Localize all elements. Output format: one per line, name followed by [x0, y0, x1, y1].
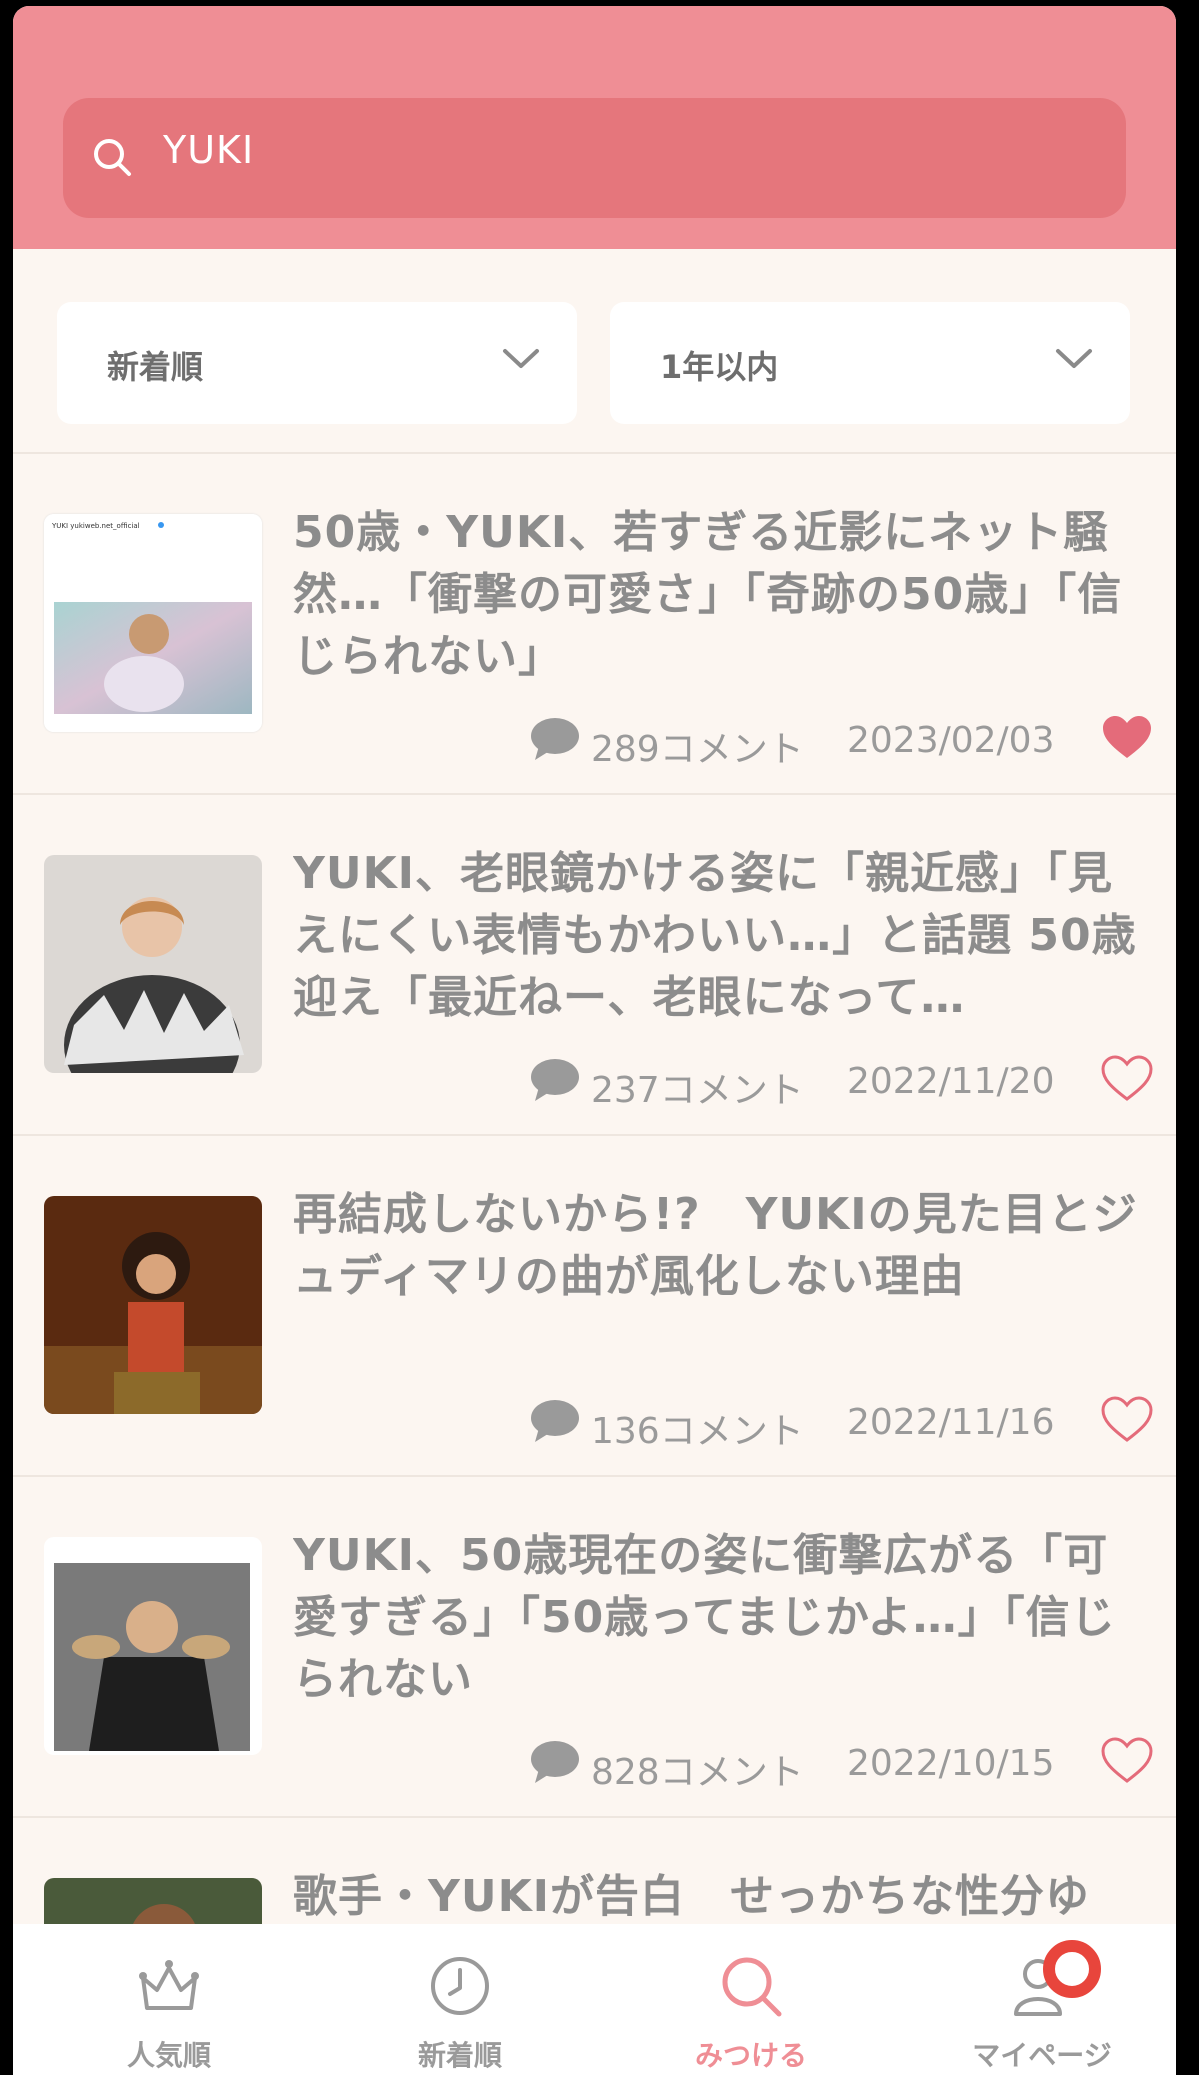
comment-icon [531, 1741, 579, 1783]
search-query: YUKI [163, 128, 255, 172]
heart-filled-icon[interactable] [1101, 714, 1153, 762]
article-date: 2022/10/15 [847, 1743, 1055, 1784]
heart-outline-icon[interactable] [1101, 1396, 1153, 1444]
search-header: YUKI [13, 6, 1176, 249]
comment-icon [531, 1059, 579, 1101]
period-dropdown-label: 1年以内 [660, 348, 779, 386]
article-meta: 289コメント 2023/02/03 [529, 714, 1169, 770]
search-input[interactable]: YUKI [63, 98, 1126, 218]
tab-label: 新着順 [417, 2039, 502, 2072]
crown-icon [139, 1960, 199, 2010]
tab-label: 人気順 [126, 2039, 211, 2072]
bottom-tab-bar: 人気順 新着順 みつける マイページ [13, 1924, 1176, 2075]
article-title: YUKI、老眼鏡かける姿に「親近感」「見えにくい表情もかわいい…」と話題 50歳… [293, 848, 1137, 1023]
article-item[interactable]: YUKI、50歳現在の姿に衝撃広がる「可愛すぎる」「50歳ってまじかよ…」「信じ… [13, 1477, 1176, 1817]
article-date: 2022/11/20 [847, 1061, 1055, 1102]
article-date: 2022/11/16 [847, 1402, 1055, 1443]
clock-icon [431, 1957, 489, 2015]
tab-discover[interactable]: みつける [606, 1924, 896, 2075]
tab-newest[interactable]: 新着順 [315, 1924, 605, 2075]
heart-outline-icon[interactable] [1101, 1737, 1153, 1785]
comment-count: 136コメント [591, 1411, 804, 1452]
comment-icon [531, 1400, 579, 1442]
tab-popular[interactable]: 人気順 [24, 1924, 314, 2075]
article-title: YUKI、50歳現在の姿に衝撃広がる「可愛すぎる」「50歳ってまじかよ…」「信じ… [293, 1530, 1116, 1705]
article-title: 50歳・YUKI、若すぎる近影にネット騒然…「衝撃の可愛さ」「奇跡の50歳」「信… [293, 507, 1123, 682]
search-icon [722, 1957, 782, 2017]
sort-dropdown[interactable]: 新着順 [57, 302, 577, 424]
app-screen: YUKI 新着順 1年以内 YUKI yukiweb.net_official [13, 6, 1176, 2075]
tab-mypage[interactable]: マイページ [897, 1924, 1176, 2075]
search-icon [94, 139, 131, 176]
article-thumbnail [44, 855, 262, 1073]
chevron-down-icon [503, 349, 539, 368]
period-dropdown[interactable]: 1年以内 [610, 302, 1130, 424]
thumbnail-caption: YUKI yukiweb.net_official [51, 522, 140, 530]
article-thumbnail: YUKI yukiweb.net_official [44, 514, 262, 732]
comment-count: 237コメント [591, 1070, 804, 1111]
sort-dropdown-label: 新着順 [107, 348, 204, 386]
article-thumbnail [44, 1196, 262, 1414]
comment-count: 828コメント [591, 1752, 804, 1793]
article-meta: 828コメント 2022/10/15 [529, 1737, 1169, 1793]
chevron-down-icon [1056, 349, 1092, 368]
notification-badge [1043, 1940, 1101, 1998]
article-meta: 136コメント 2022/11/16 [529, 1396, 1169, 1452]
article-title: 再結成しないから!? YUKIの見た目とジュディマリの曲が風化しない理由 [293, 1189, 1138, 1302]
tab-label: マイページ [972, 2039, 1112, 2072]
filter-bar: 新着順 1年以内 [13, 249, 1176, 458]
heart-outline-icon[interactable] [1101, 1055, 1153, 1103]
article-date: 2023/02/03 [847, 720, 1055, 761]
article-item[interactable]: 再結成しないから!? YUKIの見た目とジュディマリの曲が風化しない理由 136… [13, 1136, 1176, 1476]
article-thumbnail [44, 1537, 262, 1755]
article-title: 歌手・YUKIが告白 せっかちな性分ゆ [293, 1871, 1091, 1922]
tab-label: みつける [694, 2039, 807, 2072]
comment-count: 289コメント [591, 729, 804, 770]
article-item[interactable]: YUKI yukiweb.net_official 50歳・YUKI、若すぎる近… [13, 454, 1176, 794]
article-meta: 237コメント 2022/11/20 [529, 1055, 1169, 1111]
comment-icon [531, 718, 579, 760]
article-item[interactable]: YUKI、老眼鏡かける姿に「親近感」「見えにくい表情もかわいい…」と話題 50歳… [13, 795, 1176, 1135]
